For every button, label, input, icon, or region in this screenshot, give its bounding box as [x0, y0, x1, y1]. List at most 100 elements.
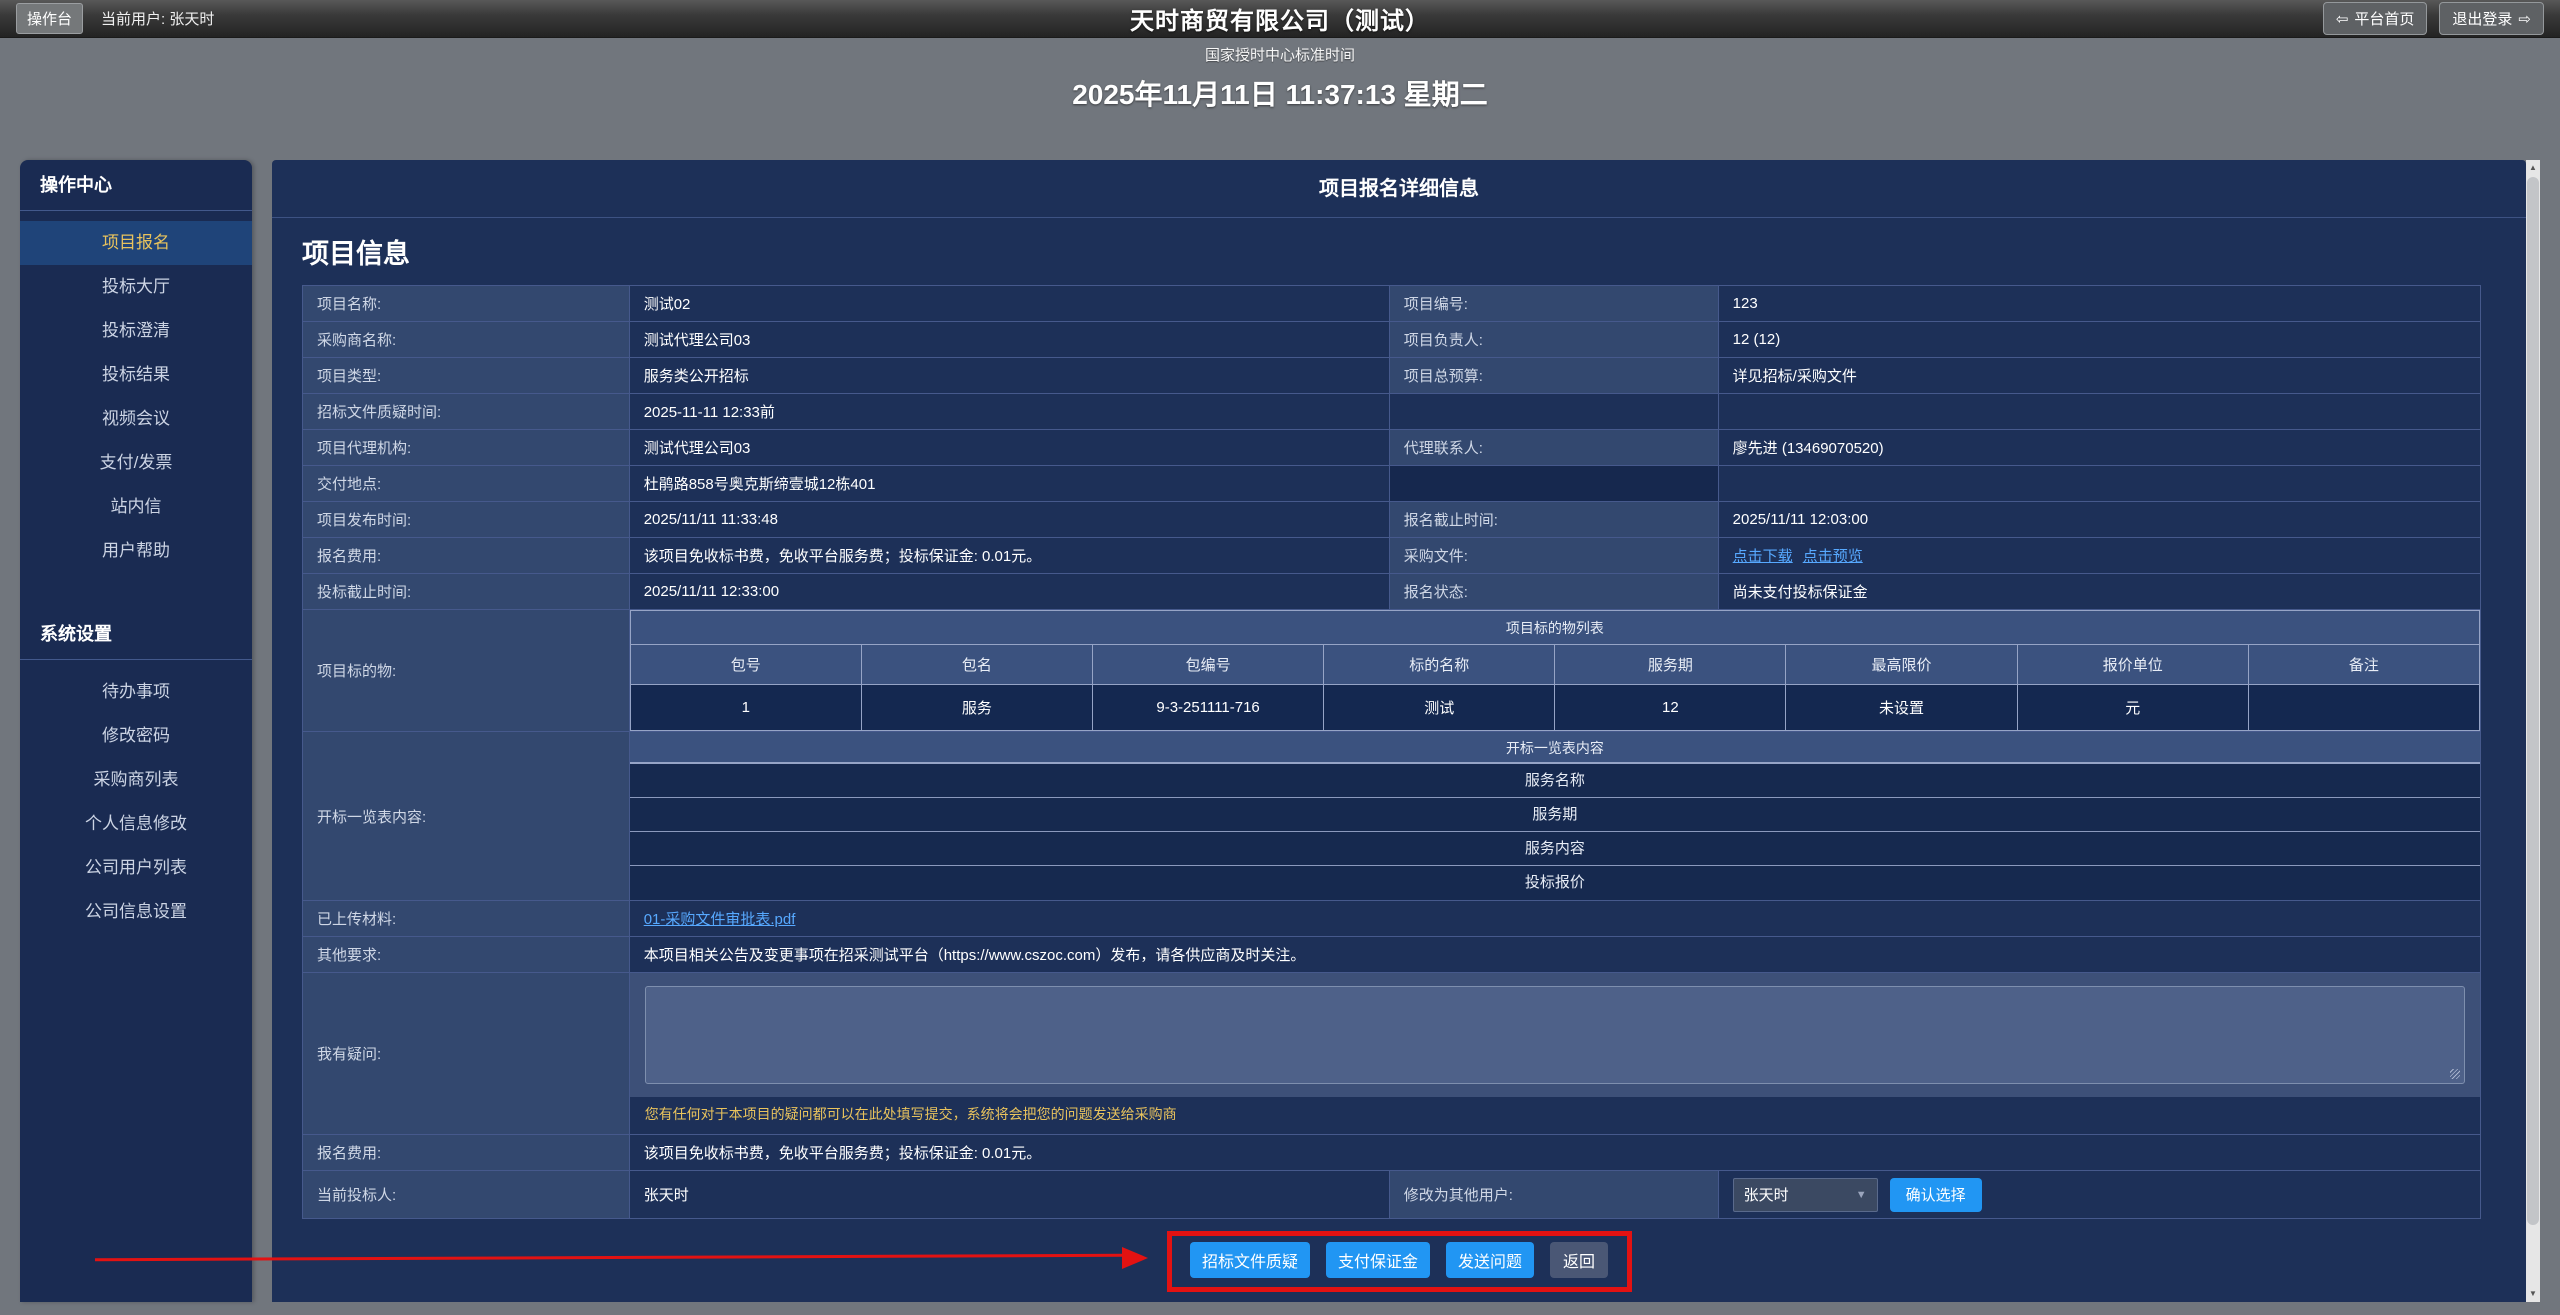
- table-row: 已上传材料: 01-采购文件审批表.pdf: [303, 901, 2481, 937]
- top-bar: 操作台 当前用户: 张天时 天时商贸有限公司（测试） ⇦ 平台首页 退出登录 ⇨: [0, 0, 2560, 38]
- sidebar-item-pay-invoice[interactable]: 支付/发票: [20, 441, 252, 485]
- column-header: 包编号: [1093, 645, 1324, 685]
- field-value: 廖先进 (13469070520): [1718, 430, 2480, 466]
- preview-doc-link[interactable]: 点击预览: [1803, 548, 1863, 565]
- page-title: 项目报名详细信息: [272, 160, 2526, 218]
- sidebar-item-site-message[interactable]: 站内信: [20, 485, 252, 529]
- bid-form-row: 服务期: [630, 798, 2480, 832]
- cell: 测试: [1324, 685, 1555, 731]
- bid-form-row: 服务名称: [630, 764, 2480, 798]
- field-label: 采购商名称:: [303, 322, 630, 358]
- table-row: 交付地点: 杜鹃路858号奥克斯缔壹城12栋401: [303, 466, 2481, 502]
- signup-fee-value: 该项目免收标书费，免收平台服务费；投标保证金: 0.01元。: [629, 1135, 2480, 1171]
- field-value: 2025-11-11 12:33前: [629, 394, 1389, 430]
- logout-button[interactable]: 退出登录 ⇨: [2439, 2, 2544, 35]
- table-row: 报名费用: 该项目免收标书费，免收平台服务费；投标保证金: 0.01元。 采购文…: [303, 538, 2481, 574]
- field-label: 项目编号:: [1389, 286, 1718, 322]
- table-row: 项目名称: 测试02 项目编号: 123: [303, 286, 2481, 322]
- cell: [2248, 685, 2479, 731]
- scroll-up-icon[interactable]: ▲: [2526, 160, 2540, 176]
- lots-table-row: 1 服务 9-3-251111-716 测试 12 未设置 元: [630, 685, 2479, 731]
- question-textarea[interactable]: [645, 986, 2465, 1084]
- sidebar-item-video-meeting[interactable]: 视频会议: [20, 397, 252, 441]
- uploaded-file-link[interactable]: 01-采购文件审批表.pdf: [644, 911, 796, 928]
- field-value: 测试代理公司03: [629, 430, 1389, 466]
- column-header: 备注: [2248, 645, 2479, 685]
- lots-table-caption: 项目标的物列表: [630, 611, 2479, 645]
- chevron-down-icon: ▼: [1856, 1189, 1867, 1201]
- field-label: 项目代理机构:: [303, 430, 630, 466]
- table-row: 项目类型: 服务类公开招标 项目总预算: 详见招标/采购文件: [303, 358, 2481, 394]
- field-label: 招标文件质疑时间:: [303, 394, 630, 430]
- sidebar-item-user-help[interactable]: 用户帮助: [20, 529, 252, 573]
- field-label: 投标截止时间:: [303, 574, 630, 610]
- sidebar-item-change-password[interactable]: 修改密码: [20, 714, 252, 758]
- field-label: 报名费用:: [303, 538, 630, 574]
- sidebar-item-bid-result[interactable]: 投标结果: [20, 353, 252, 397]
- scrollbar[interactable]: ▲ ▼: [2526, 160, 2540, 1302]
- sidebar-item-profile-edit[interactable]: 个人信息修改: [20, 802, 252, 846]
- sidebar-item-purchaser-list[interactable]: 采购商列表: [20, 758, 252, 802]
- table-row: 投标截止时间: 2025/11/11 12:33:00 报名状态: 尚未支付投标…: [303, 574, 2481, 610]
- company-title: 天时商贸有限公司（测试）: [0, 1, 2560, 36]
- field-value: 123: [1718, 286, 2480, 322]
- bid-form-caption: 开标一览表内容: [630, 732, 2480, 764]
- current-bidder-value: 张天时: [629, 1171, 1389, 1219]
- section-title-project-info: 项目信息: [302, 232, 2526, 271]
- field-value: 2025/11/11 12:03:00: [1718, 502, 2480, 538]
- table-row: 其他要求: 本项目相关公告及变更事项在招采测试平台（https://www.cs…: [303, 937, 2481, 973]
- table-row: 项目发布时间: 2025/11/11 11:33:48 报名截止时间: 2025…: [303, 502, 2481, 538]
- field-value: 杜鹃路858号奥克斯缔壹城12栋401: [629, 466, 1389, 502]
- field-label: 项目发布时间:: [303, 502, 630, 538]
- table-row-current-bidder: 当前投标人: 张天时 修改为其他用户: 张天时 ▼ 确认选择: [303, 1171, 2481, 1219]
- console-button[interactable]: 操作台: [16, 3, 83, 34]
- sidebar-item-company-info[interactable]: 公司信息设置: [20, 890, 252, 934]
- question-hint: 您有任何对于本项目的疑问都可以在此处填写提交，系统将会把您的问题发送给采购商: [630, 1097, 2480, 1134]
- cell: 服务: [861, 685, 1092, 731]
- field-label: 项目名称:: [303, 286, 630, 322]
- sidebar-item-company-users[interactable]: 公司用户列表: [20, 846, 252, 890]
- sidebar-item-project-signup[interactable]: 项目报名: [20, 221, 252, 265]
- field-label: 我有疑问:: [303, 973, 630, 1135]
- download-doc-link[interactable]: 点击下载: [1733, 548, 1793, 565]
- cell: 9-3-251111-716: [1093, 685, 1324, 731]
- field-label: 修改为其他用户:: [1389, 1171, 1718, 1219]
- send-question-button[interactable]: 发送问题: [1446, 1242, 1534, 1278]
- field-value: 12 (12): [1718, 322, 2480, 358]
- scroll-down-icon[interactable]: ▼: [2526, 1286, 2540, 1302]
- empty-cell: [1718, 394, 2480, 430]
- confirm-select-button[interactable]: 确认选择: [1890, 1178, 1982, 1212]
- signup-fee-value: 该项目免收标书费，免收平台服务费；投标保证金: 0.01元。: [629, 538, 1389, 574]
- sidebar-item-bid-clarify[interactable]: 投标澄清: [20, 309, 252, 353]
- back-button[interactable]: 返回: [1550, 1242, 1608, 1278]
- selected-user: 张天时: [1744, 1184, 1789, 1205]
- doc-challenge-button[interactable]: 招标文件质疑: [1190, 1242, 1310, 1278]
- sidebar-item-todo[interactable]: 待办事项: [20, 670, 252, 714]
- field-label: 采购文件:: [1389, 538, 1718, 574]
- arrow-right-icon: ⇨: [2518, 10, 2531, 28]
- field-label: 项目总预算:: [1389, 358, 1718, 394]
- other-requirements-value: 本项目相关公告及变更事项在招采测试平台（https://www.cszoc.co…: [629, 937, 2480, 973]
- scrollbar-thumb[interactable]: [2527, 177, 2539, 1225]
- column-header: 包名: [861, 645, 1092, 685]
- field-value: 服务类公开招标: [629, 358, 1389, 394]
- sidebar-item-bid-hall[interactable]: 投标大厅: [20, 265, 252, 309]
- arrow-left-icon: ⇦: [2336, 10, 2349, 28]
- column-header: 最高限价: [1786, 645, 2017, 685]
- project-info-table: 项目名称: 测试02 项目编号: 123 采购商名称: 测试代理公司03 项目负…: [302, 285, 2481, 1219]
- logout-label: 退出登录: [2452, 8, 2512, 29]
- field-label: 交付地点:: [303, 466, 630, 502]
- platform-home-button[interactable]: ⇦ 平台首页: [2323, 2, 2428, 35]
- change-user-select[interactable]: 张天时 ▼: [1733, 1178, 1878, 1212]
- field-label: 报名状态:: [1389, 574, 1718, 610]
- table-row-lots: 项目标的物: 项目标的物列表 包号 包名 包编号 标的名称 服务期 最高限价 报…: [303, 610, 2481, 732]
- field-label: 其他要求:: [303, 937, 630, 973]
- current-datetime: 2025年11月11日 11:37:13 星期二: [0, 73, 2560, 113]
- table-row-bid-form: 开标一览表内容: 开标一览表内容 服务名称 服务期 服务内容 投标报价: [303, 732, 2481, 901]
- field-value: 测试02: [629, 286, 1389, 322]
- time-source-label: 国家授时中心标准时间: [0, 44, 2560, 65]
- cell: 未设置: [1786, 685, 2017, 731]
- pay-deposit-button[interactable]: 支付保证金: [1326, 1242, 1430, 1278]
- field-label: 项目标的物:: [303, 610, 630, 732]
- cell: 1: [630, 685, 861, 731]
